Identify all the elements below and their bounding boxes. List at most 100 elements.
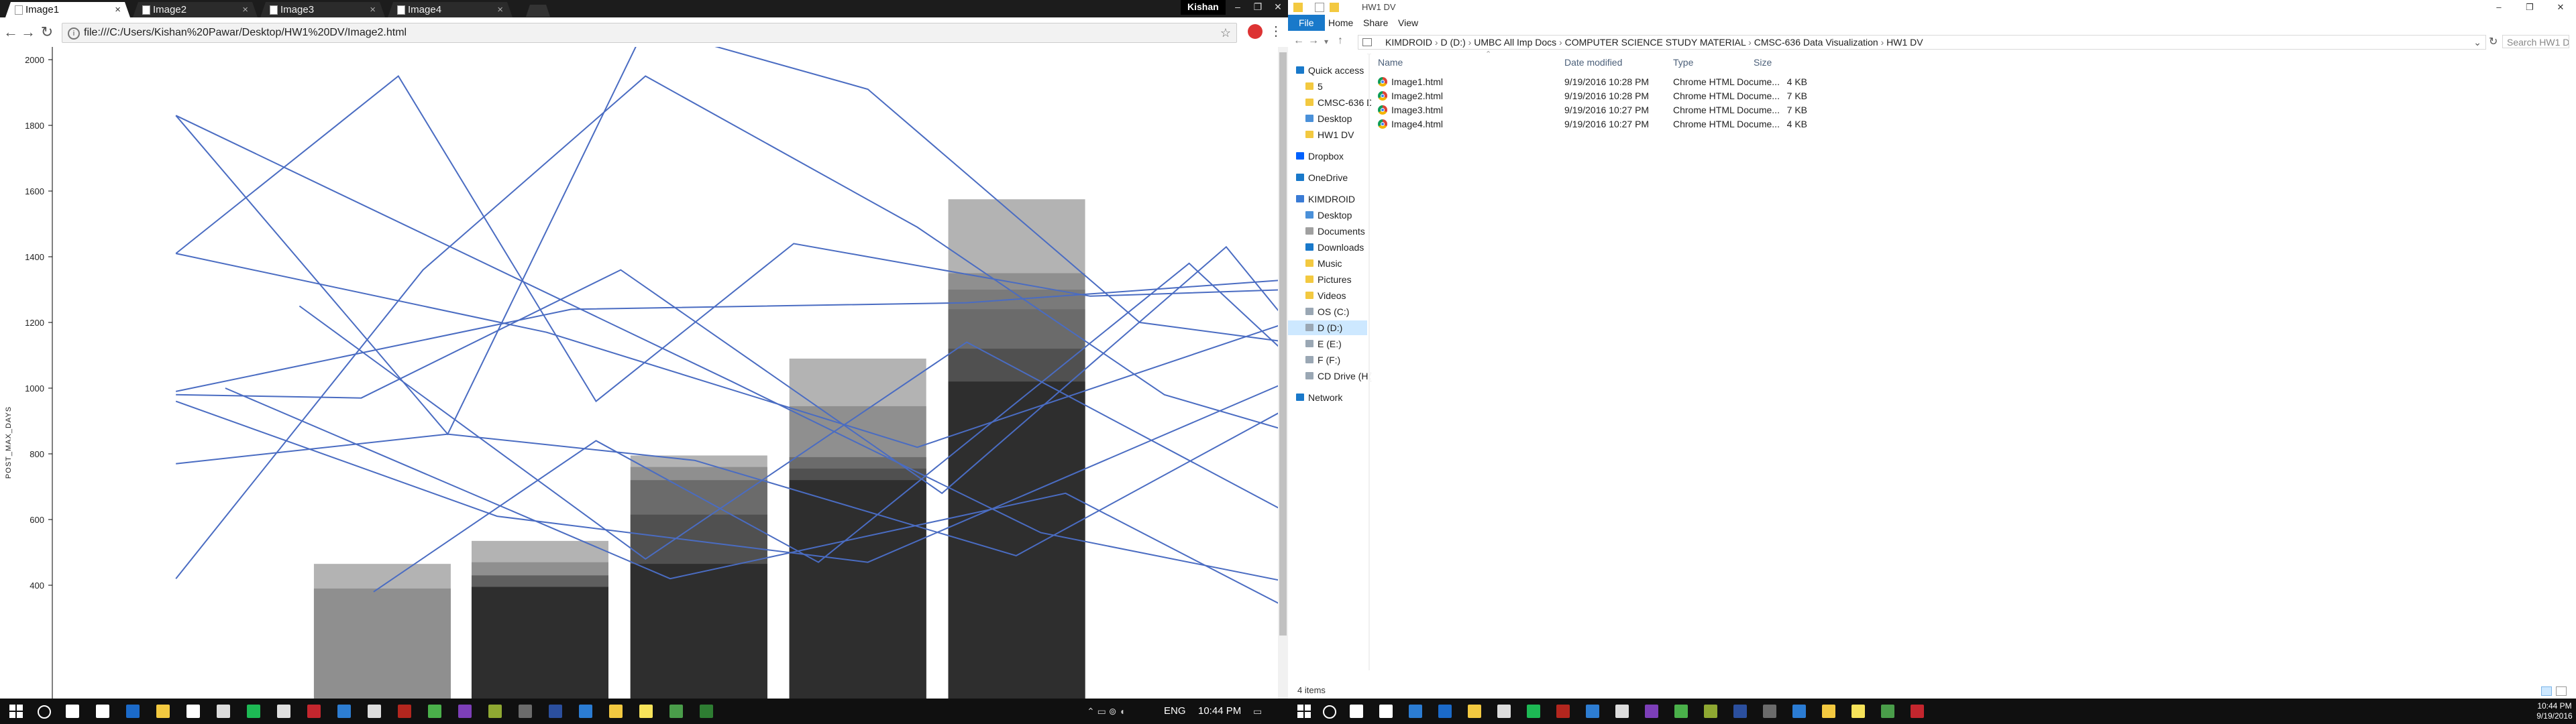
taskbar-app-icon[interactable] xyxy=(1911,705,1924,718)
nav-item[interactable]: Desktop xyxy=(1288,208,1367,223)
clock[interactable]: 10:44 PM xyxy=(1198,699,1241,724)
taskbar-app-icon[interactable] xyxy=(1556,705,1570,718)
taskbar-app-icon[interactable] xyxy=(1881,705,1894,718)
tab-image2[interactable]: Image2 × xyxy=(133,2,258,17)
taskbar-app-icon[interactable] xyxy=(1822,705,1835,718)
profile-button[interactable]: Kishan xyxy=(1181,0,1226,15)
menu-icon[interactable]: ⋮ xyxy=(1269,23,1283,40)
taskbar-app-icon[interactable] xyxy=(700,705,713,718)
close-icon[interactable]: × xyxy=(242,2,248,17)
new-tab-button[interactable] xyxy=(526,5,550,17)
taskbar-app-icon[interactable] xyxy=(1586,705,1599,718)
close-icon[interactable]: × xyxy=(370,2,376,17)
breadcrumb-item[interactable]: CMSC-636 Data Visualization xyxy=(1754,37,1878,48)
ribbon-tab-view[interactable]: View xyxy=(1389,15,1428,31)
taskbar-app-icon[interactable] xyxy=(1527,705,1540,718)
taskbar-app-icon[interactable] xyxy=(1615,705,1629,718)
nav-item[interactable]: OneDrive xyxy=(1288,170,1367,185)
tab-image1[interactable]: Image1 × xyxy=(5,2,130,17)
tab-image4[interactable]: Image4 × xyxy=(388,2,513,17)
minimize-button[interactable]: – xyxy=(1228,0,1248,15)
taskbar-app-icon[interactable] xyxy=(549,705,562,718)
maximize-button[interactable]: ❐ xyxy=(2514,0,2545,15)
close-icon[interactable]: × xyxy=(497,2,503,17)
nav-item[interactable]: Videos xyxy=(1288,288,1367,303)
taskbar-app-icon[interactable] xyxy=(1497,705,1511,718)
address-bar[interactable]: i file:///C:/Users/Kishan%20Pawar/Deskto… xyxy=(62,23,1237,43)
column-header-name[interactable]: Name xyxy=(1378,54,1403,71)
nav-item[interactable]: KIMDROID xyxy=(1288,192,1367,206)
taskbar-app-icon[interactable] xyxy=(337,705,351,718)
close-icon[interactable]: × xyxy=(115,2,121,17)
extension-icon[interactable] xyxy=(1248,24,1263,39)
maximize-button[interactable]: ❐ xyxy=(1248,0,1268,15)
nav-item[interactable]: 5 xyxy=(1288,79,1367,94)
reload-button[interactable]: ↻ xyxy=(39,23,55,42)
taskbar-app-icon[interactable] xyxy=(1792,705,1806,718)
start-button[interactable] xyxy=(9,705,23,718)
nav-item[interactable]: Desktop xyxy=(1288,111,1367,126)
taskbar-app-icon[interactable] xyxy=(669,705,683,718)
taskbar-app-icon[interactable] xyxy=(398,705,411,718)
taskbar-app-icon[interactable] xyxy=(458,705,472,718)
back-button[interactable]: ← xyxy=(1293,35,1304,47)
taskbar-app-icon[interactable] xyxy=(156,705,170,718)
back-button[interactable]: ← xyxy=(3,23,19,42)
forward-button[interactable]: → xyxy=(20,23,36,42)
breadcrumb-item[interactable]: COMPUTER SCIENCE STUDY MATERIAL xyxy=(1565,37,1746,48)
pane-divider[interactable] xyxy=(1368,54,1370,670)
scrollbar-thumb[interactable] xyxy=(1279,52,1287,636)
nav-item[interactable]: Network xyxy=(1288,390,1367,405)
chevron-down-icon[interactable]: ⌄ xyxy=(2473,36,2481,49)
taskbar-app-icon[interactable] xyxy=(1704,705,1717,718)
breadcrumb[interactable]: KIMDROID › D (D:) › UMBC All Imp Docs › … xyxy=(1358,35,2486,50)
tab-image3[interactable]: Image3 × xyxy=(260,2,385,17)
nav-item[interactable]: Music xyxy=(1288,256,1367,271)
breadcrumb-item[interactable]: D (D:) xyxy=(1440,37,1465,48)
properties-icon[interactable] xyxy=(1315,3,1324,12)
nav-item[interactable]: Quick access xyxy=(1288,63,1367,78)
taskbar-app-icon[interactable] xyxy=(368,705,381,718)
file-row[interactable]: Image3.html 9/19/2016 10:27 PM Chrome HTML… xyxy=(1371,103,2176,117)
taskbar-app-icon[interactable] xyxy=(277,705,290,718)
clock[interactable]: 10:44 PM 9/19/2016 xyxy=(2536,701,2573,721)
refresh-icon[interactable]: ↻ xyxy=(2489,35,2498,48)
breadcrumb-item[interactable]: KIMDROID xyxy=(1385,37,1432,48)
nav-item[interactable]: CD Drive (H:) xyxy=(1288,369,1374,383)
taskbar-app-icon[interactable] xyxy=(217,705,230,718)
search-input[interactable]: Search HW1 DV xyxy=(2502,35,2569,48)
column-header-date[interactable]: Date modified xyxy=(1564,54,1622,71)
nav-item[interactable]: HW1 DV xyxy=(1288,127,1367,142)
taskbar-app-icon[interactable] xyxy=(639,705,653,718)
file-row[interactable]: Image4.html 9/19/2016 10:27 PM Chrome HTML… xyxy=(1371,117,2176,131)
taskbar-app-icon[interactable] xyxy=(96,705,109,718)
column-header-type[interactable]: Type xyxy=(1673,54,1693,71)
recent-locations-icon[interactable]: ▾ xyxy=(1324,37,1328,46)
start-button[interactable] xyxy=(1297,705,1311,718)
taskbar-app-icon[interactable] xyxy=(307,705,321,718)
taskbar-app-icon[interactable] xyxy=(1379,705,1393,718)
taskbar-app-icon[interactable] xyxy=(1733,705,1747,718)
notification-icon[interactable]: ▭ xyxy=(1253,699,1262,724)
minimize-button[interactable]: – xyxy=(2483,0,2514,15)
nav-item[interactable]: F (F:) xyxy=(1288,353,1367,367)
breadcrumb-item[interactable]: UMBC All Imp Docs xyxy=(1474,37,1556,48)
info-icon[interactable]: i xyxy=(68,27,80,40)
bookmark-star-icon[interactable]: ☆ xyxy=(1220,23,1231,42)
new-folder-icon[interactable] xyxy=(1330,3,1339,12)
taskbar-app-icon[interactable] xyxy=(1350,705,1363,718)
column-header-size[interactable]: Size xyxy=(1754,54,1772,71)
breadcrumb-item[interactable]: HW1 DV xyxy=(1886,37,1923,48)
taskbar-app-icon[interactable] xyxy=(1409,705,1422,718)
up-button[interactable]: ↑ xyxy=(1338,35,1343,47)
taskbar-app-icon[interactable] xyxy=(1674,705,1688,718)
taskbar-app-icon[interactable] xyxy=(1645,705,1658,718)
taskbar-app-icon[interactable] xyxy=(247,705,260,718)
nav-item[interactable]: Dropbox xyxy=(1288,149,1367,164)
taskbar-app-icon[interactable] xyxy=(519,705,532,718)
details-view-icon[interactable] xyxy=(2541,686,2552,696)
taskbar-app-icon[interactable] xyxy=(1438,705,1452,718)
taskbar-app-icon[interactable] xyxy=(609,705,623,718)
taskbar-app-icon[interactable] xyxy=(1468,705,1481,718)
cortana-icon[interactable] xyxy=(1323,705,1336,719)
